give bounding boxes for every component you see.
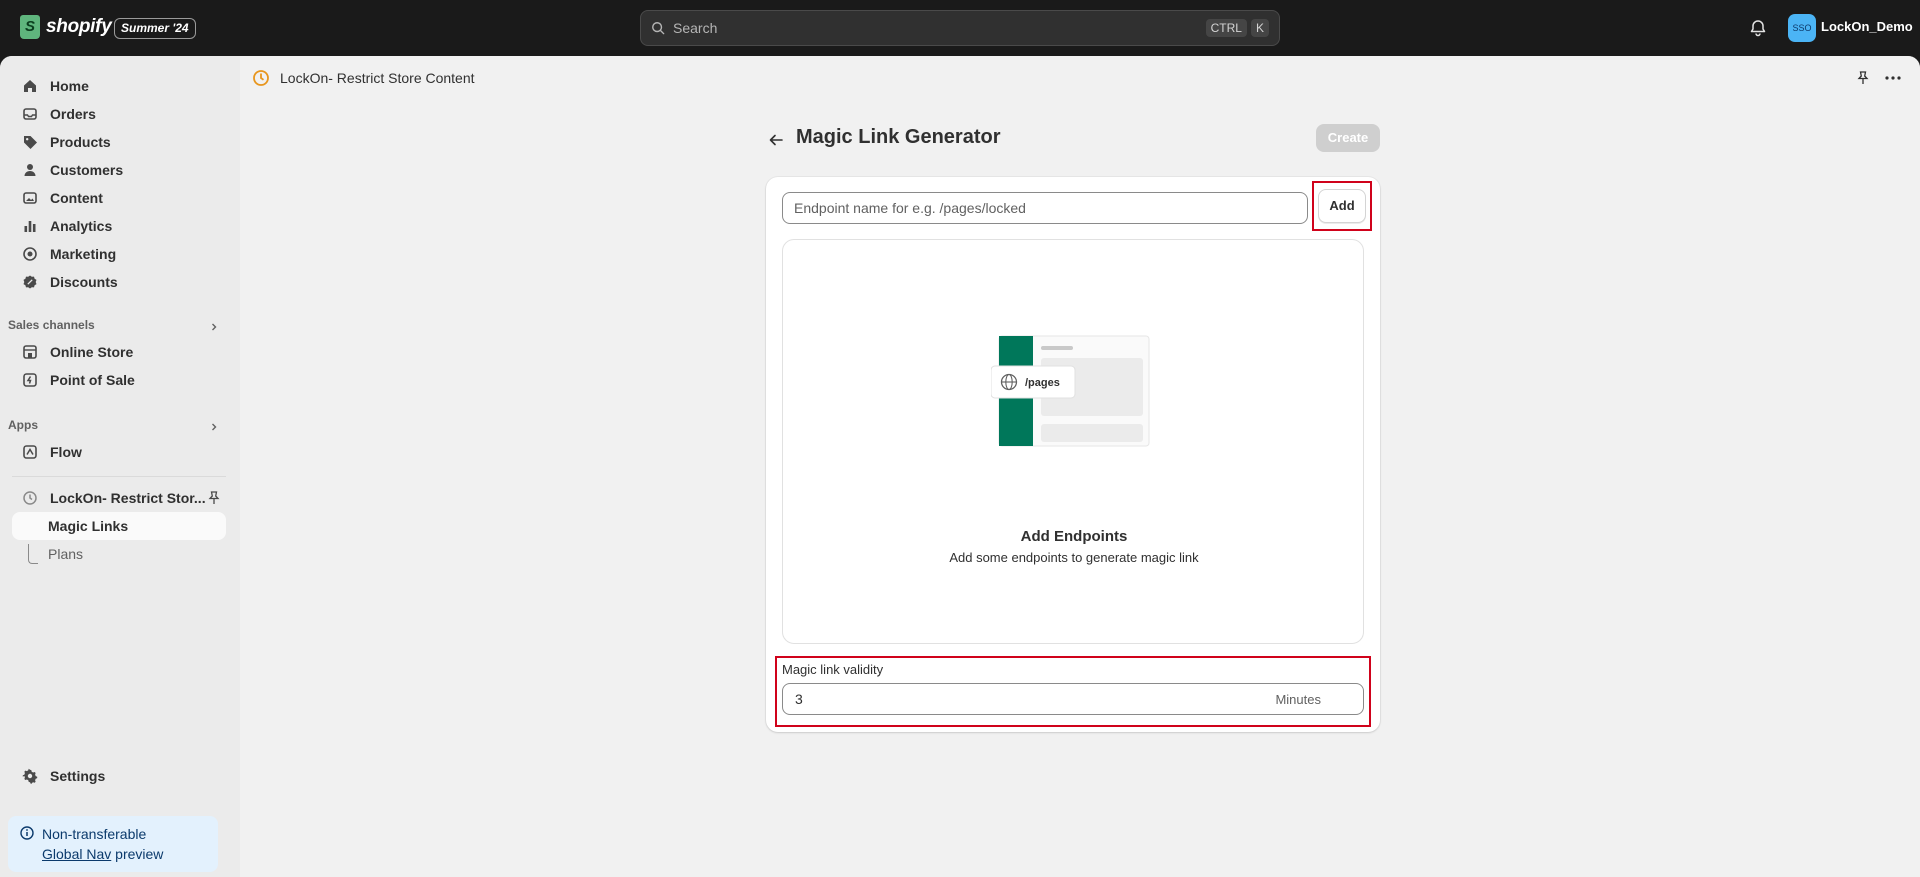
validity-value[interactable]: 3 [795, 691, 1275, 707]
target-icon [23, 247, 37, 261]
sidebar-item-label: Home [50, 78, 89, 94]
validity-input[interactable]: 3 Minutes [782, 683, 1364, 715]
sidebar-item-label: LockOn- Restrict Stor... [50, 490, 206, 506]
sidebar-item-content[interactable]: Content [12, 184, 226, 212]
endpoints-illustration [991, 335, 1150, 447]
sidebar-item-label: Products [50, 134, 111, 150]
app-title-bar: LockOn- Restrict Store Content [240, 56, 1920, 100]
sidebar-item-label: Customers [50, 162, 124, 178]
sidebar-item-label: Discounts [50, 274, 118, 290]
add-endpoint-button[interactable]: Add [1318, 189, 1366, 223]
preview-line1: Non-transferable [42, 826, 147, 842]
sidebar-item-label: Point of Sale [50, 372, 135, 388]
shortcut-k: K [1250, 19, 1269, 37]
avatar[interactable]: SSO [1788, 14, 1816, 42]
sidebar-item-marketing[interactable]: Marketing [12, 240, 226, 268]
sidebar-item-label: Orders [50, 106, 96, 122]
sidebar-item-label: Magic Links [48, 518, 129, 534]
more-options-icon[interactable] [1885, 76, 1901, 80]
person-icon [24, 164, 36, 176]
preview-line2: preview [111, 846, 164, 862]
divider [12, 476, 226, 477]
back-arrow-icon[interactable] [768, 132, 784, 148]
chevron-right-icon[interactable] [208, 421, 220, 433]
sidebar-item-label: Flow [50, 444, 82, 460]
info-icon [20, 826, 34, 840]
sidebar-item-discounts[interactable]: Discounts [12, 268, 226, 296]
sidebar-item-online-store[interactable]: Online Store [12, 338, 226, 366]
endpoint-input[interactable] [782, 192, 1308, 224]
search-placeholder: Search [673, 20, 718, 36]
sidebar-item-settings[interactable]: Settings [12, 762, 226, 790]
bar-chart-icon [24, 221, 36, 232]
tag-icon [24, 136, 37, 149]
validity-unit: Minutes [1275, 691, 1321, 707]
pin-icon[interactable] [1855, 70, 1871, 86]
shopify-logo[interactable]: S shopify [20, 15, 112, 39]
empty-state-title: Add Endpoints [1020, 528, 1128, 545]
pin-icon[interactable] [206, 490, 222, 506]
lockon-app-icon [23, 491, 37, 505]
gear-icon [22, 768, 38, 784]
illustration-label: /pages [1025, 377, 1060, 389]
home-icon [24, 80, 36, 92]
global-nav-preview-notice: Non-transferable Global Nav preview [8, 816, 218, 872]
sidebar-item-orders[interactable]: Orders [12, 100, 226, 128]
bell-icon[interactable] [1748, 18, 1768, 38]
create-button[interactable]: Create [1316, 124, 1380, 152]
sidebar-item-lockon-app[interactable]: LockOn- Restrict Stor... [12, 484, 226, 512]
store-icon [23, 345, 37, 359]
sidebar-item-home[interactable]: Home [12, 72, 226, 100]
edition-badge[interactable]: Summer '24 [114, 18, 196, 39]
validity-label: Magic link validity [782, 662, 884, 677]
shopify-bag-icon: S [20, 15, 40, 39]
sidebar-item-label: Settings [50, 768, 106, 784]
sidebar-item-label: Content [50, 190, 103, 206]
sidebar-item-flow[interactable]: Flow [12, 438, 226, 466]
sidebar-item-label: Plans [48, 546, 84, 562]
sales-channels-label[interactable]: Sales channels [8, 318, 95, 332]
global-nav-link[interactable]: Global Nav [42, 846, 111, 862]
sidebar-item-label: Marketing [50, 246, 117, 262]
store-name[interactable]: LockOn_Demo [1821, 19, 1913, 34]
sidebar-item-magic-links[interactable]: Magic Links [12, 512, 226, 540]
sidebar-item-products[interactable]: Products [12, 128, 226, 156]
sidebar-item-point-of-sale[interactable]: Point of Sale [12, 366, 226, 394]
shortcut-ctrl: CTRL [1205, 19, 1247, 37]
inbox-icon [23, 108, 37, 120]
sidebar-item-label: Analytics [50, 218, 113, 234]
brand-name: shopify [46, 16, 112, 37]
magic-link-card: Add /pages Add Endpoints Add some endpoi… [766, 177, 1380, 732]
page-title: Magic Link Generator [796, 126, 1001, 148]
chevron-right-icon[interactable] [208, 321, 220, 333]
sidebar-item-customers[interactable]: Customers [12, 156, 226, 184]
page-header: Magic Link Generator [768, 124, 1388, 156]
search-icon [652, 22, 665, 35]
search-bar[interactable]: Search CTRL K [640, 10, 1280, 46]
pos-icon [23, 373, 37, 387]
top-bar: S shopify Summer '24 Search CTRL K SSO L… [0, 0, 1920, 56]
empty-state: /pages Add Endpoints Add some endpoints … [782, 239, 1364, 644]
discount-icon [23, 275, 37, 289]
sidebar-item-plans[interactable]: Plans [12, 540, 226, 568]
sidebar-item-analytics[interactable]: Analytics [12, 212, 226, 240]
main-content: LockOn- Restrict Store Content Magic Lin… [240, 56, 1920, 877]
sidebar: Home Orders Products Customers Content A… [0, 56, 240, 877]
lockon-app-icon [253, 70, 269, 86]
empty-state-subtitle: Add some endpoints to generate magic lin… [949, 550, 1199, 565]
app-title: LockOn- Restrict Store Content [280, 70, 475, 86]
admin-shell: Home Orders Products Customers Content A… [0, 56, 1920, 877]
sidebar-item-label: Online Store [50, 344, 134, 360]
image-icon [23, 192, 37, 204]
flow-icon [23, 445, 37, 459]
apps-label[interactable]: Apps [8, 418, 38, 432]
